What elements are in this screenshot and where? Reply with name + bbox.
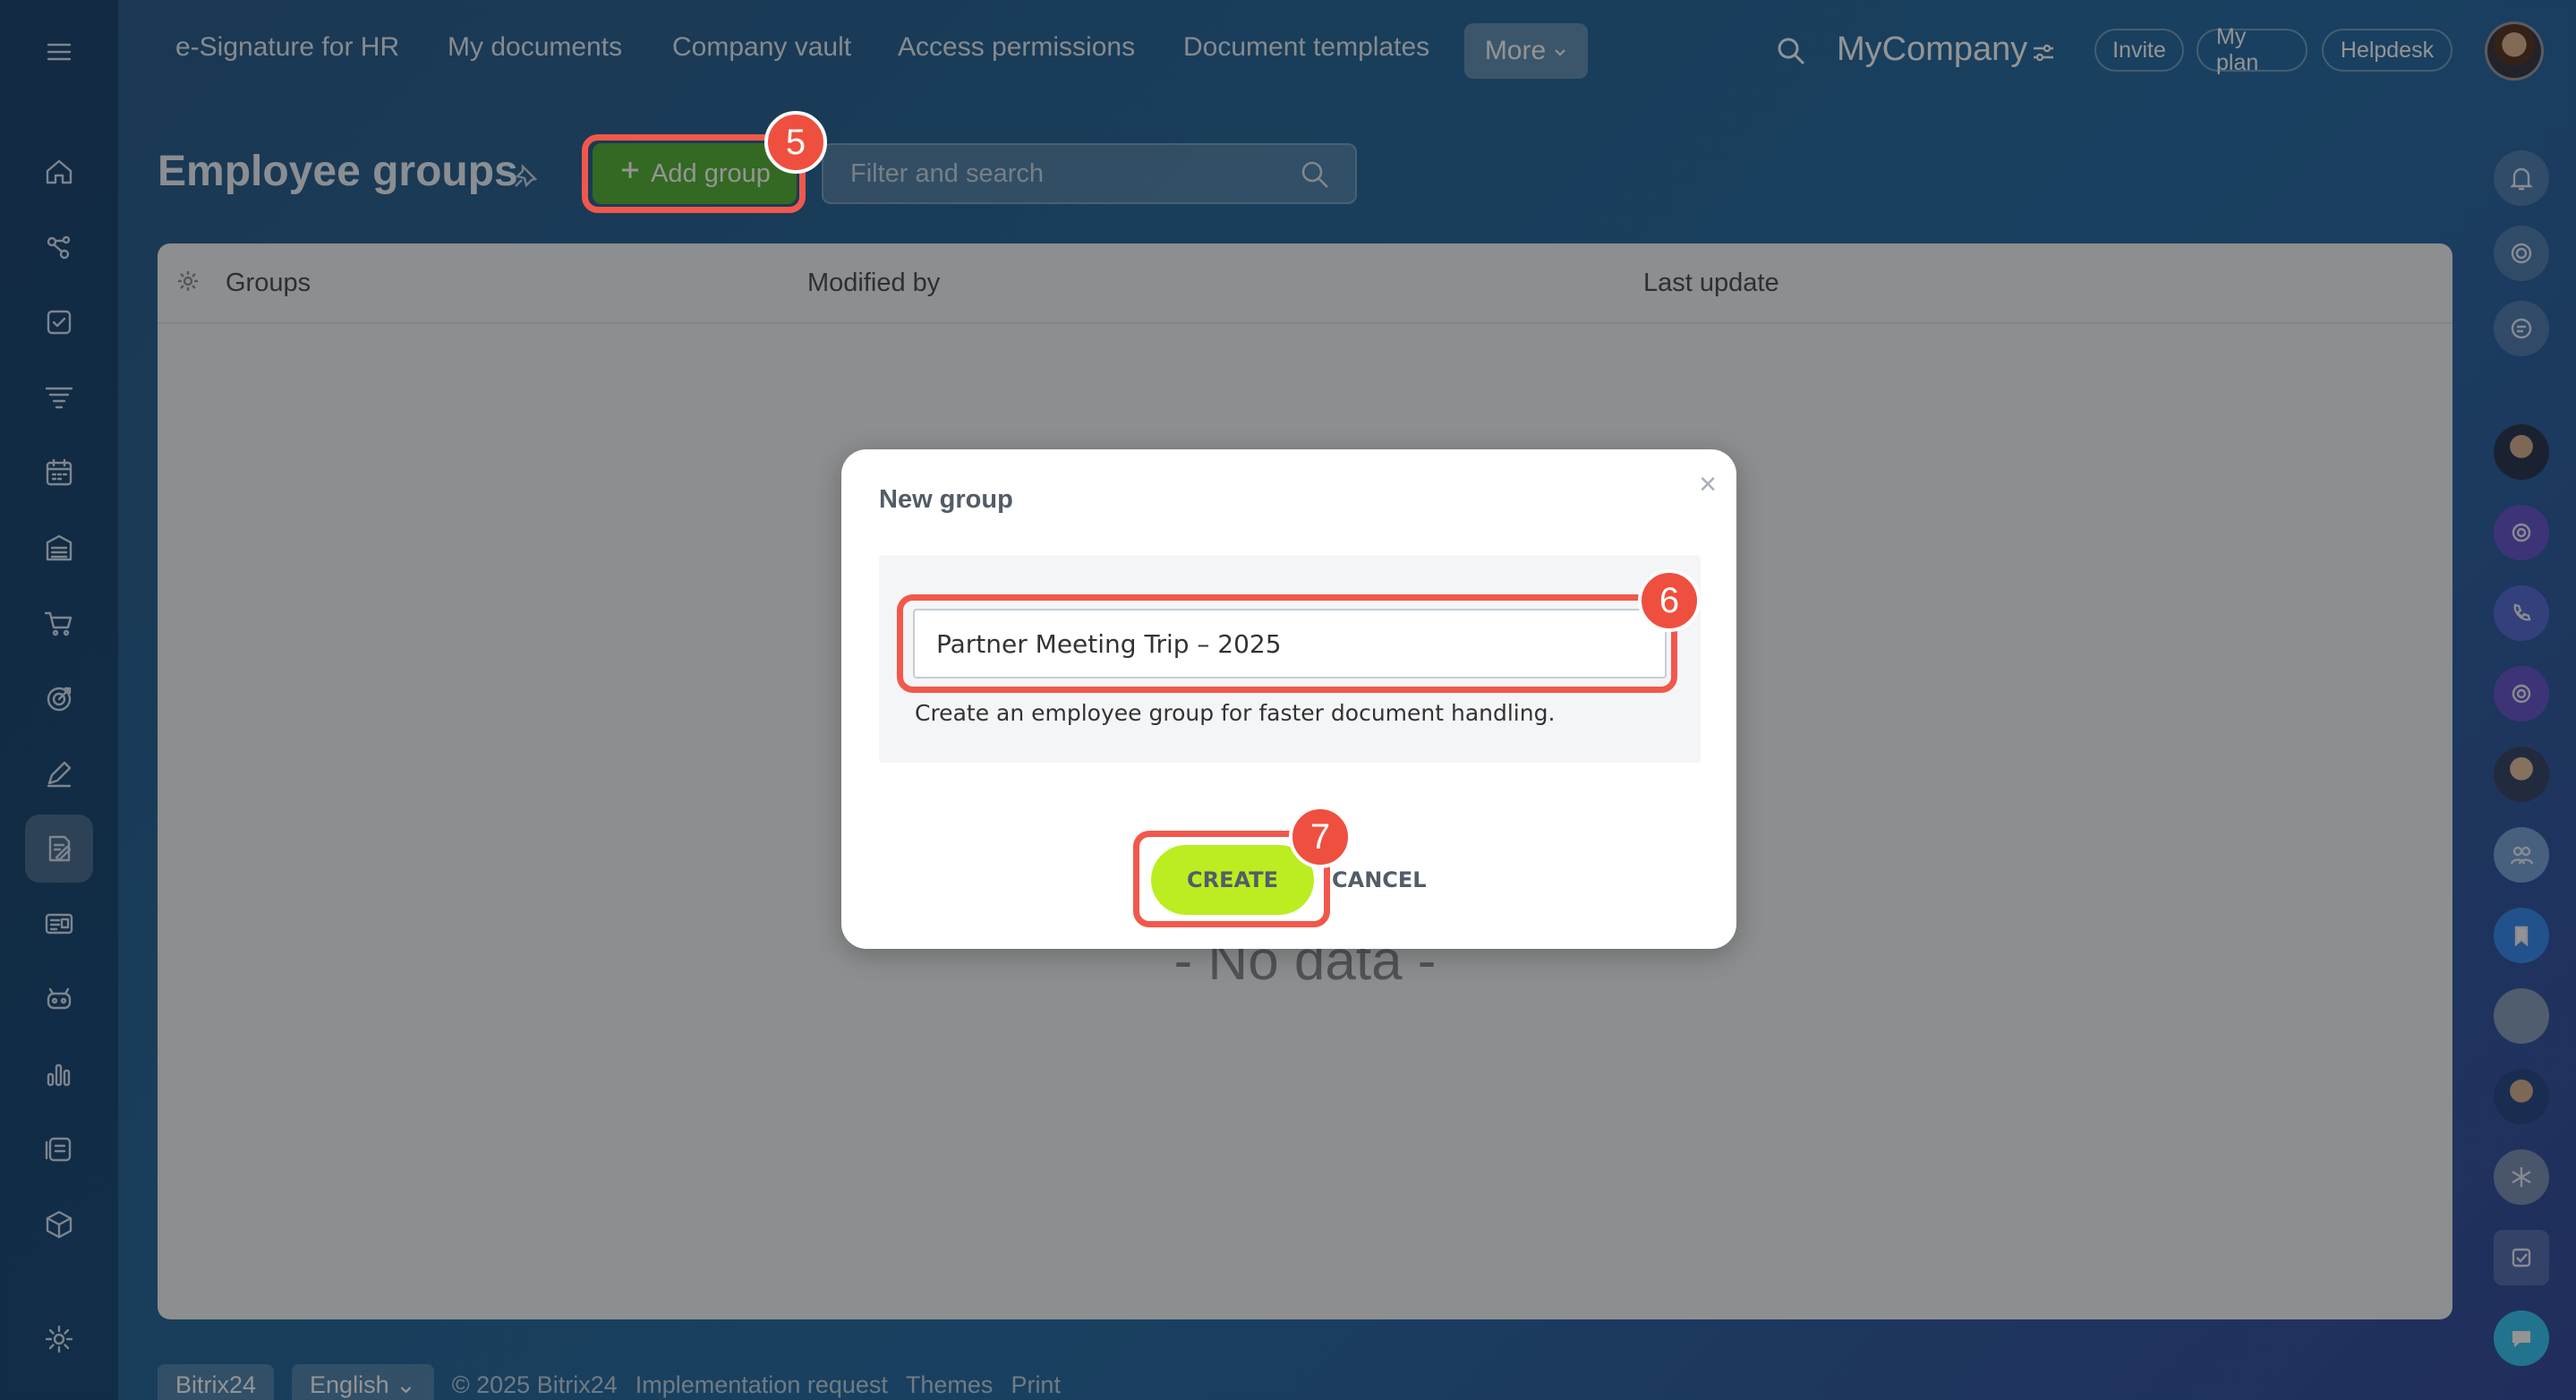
- search-icon[interactable]: [1300, 159, 1330, 197]
- step-badge-7: 7: [1289, 806, 1352, 868]
- right-sidebar: [2469, 125, 2576, 1400]
- pen-icon[interactable]: [25, 739, 93, 807]
- copilot-icon[interactable]: [2494, 226, 2549, 281]
- language-label: English: [310, 1370, 389, 1398]
- stack-icon[interactable]: [25, 1115, 93, 1183]
- tasks-icon[interactable]: [25, 288, 93, 356]
- invite-button[interactable]: Invite: [2094, 29, 2184, 72]
- more-menu-button[interactable]: More: [1464, 23, 1588, 79]
- nav-company-vault[interactable]: Company vault: [672, 32, 851, 63]
- nav-my-documents[interactable]: My documents: [448, 32, 622, 63]
- page-title: Employee groups: [158, 148, 518, 195]
- dialog-title: New group: [879, 485, 1013, 514]
- search-icon[interactable]: [1774, 34, 1808, 73]
- copilot-icon[interactable]: [2494, 666, 2549, 721]
- step-badge-5: 5: [764, 111, 827, 174]
- highlight-name-input: [897, 594, 1677, 693]
- settings-icon[interactable]: [25, 1305, 93, 1373]
- id-card-icon[interactable]: [25, 890, 93, 958]
- store-icon[interactable]: [25, 514, 93, 582]
- nav-access-permissions[interactable]: Access permissions: [898, 32, 1135, 63]
- chevron-down-icon: [1553, 36, 1567, 66]
- company-name[interactable]: MyCompany: [1837, 30, 2027, 69]
- dialog-hint: Create an employee group for faster docu…: [915, 700, 1556, 726]
- nav-document-templates[interactable]: Document templates: [1183, 32, 1429, 63]
- column-header-groups[interactable]: Groups: [226, 269, 311, 298]
- chat-search-icon[interactable]: [2494, 301, 2549, 356]
- pin-icon[interactable]: [512, 163, 539, 194]
- crm-icon[interactable]: [25, 213, 93, 281]
- home-icon[interactable]: [25, 138, 93, 206]
- filter-icon[interactable]: [25, 363, 93, 431]
- nav-esignature-hr[interactable]: e-Signature for HR: [175, 32, 399, 63]
- user-avatar[interactable]: [2485, 21, 2544, 81]
- column-header-last-update[interactable]: Last update: [1643, 269, 1779, 298]
- footer-copyright: © 2025 Bitrix24: [451, 1370, 618, 1398]
- helpdesk-button[interactable]: Helpdesk: [2322, 29, 2452, 72]
- user-avatar[interactable]: [2494, 1069, 2549, 1124]
- left-sidebar: [0, 0, 118, 1400]
- copilot-icon[interactable]: [2494, 505, 2549, 560]
- phone-icon[interactable]: [2494, 585, 2549, 641]
- box-icon[interactable]: [25, 1191, 93, 1259]
- table-header: Groups Modified by Last update: [158, 243, 2452, 324]
- footer-implementation-link[interactable]: Implementation request: [635, 1371, 888, 1399]
- checkbox-icon[interactable]: [2494, 1230, 2549, 1285]
- language-select[interactable]: English ⌄: [292, 1363, 434, 1400]
- search-placeholder: Filter and search: [850, 158, 1044, 188]
- sign-doc-icon[interactable]: [25, 815, 93, 883]
- target-icon[interactable]: [25, 664, 93, 732]
- chat-icon[interactable]: [2494, 1310, 2549, 1366]
- footer-themes-link[interactable]: Themes: [906, 1371, 994, 1399]
- cat-avatar[interactable]: [2494, 988, 2549, 1044]
- chevron-down-icon: ⌄: [396, 1370, 416, 1398]
- step-badge-6: 6: [1638, 569, 1701, 632]
- bookmark-icon[interactable]: [2494, 908, 2549, 963]
- group-icon[interactable]: [2494, 827, 2549, 883]
- footer-brand[interactable]: Bitrix24: [158, 1363, 275, 1400]
- chart-icon[interactable]: [25, 1040, 93, 1108]
- calendar-icon[interactable]: [25, 439, 93, 507]
- footer-print-link[interactable]: Print: [1011, 1371, 1061, 1399]
- more-label: More: [1484, 36, 1547, 65]
- robot-icon[interactable]: [25, 965, 93, 1033]
- user-avatar[interactable]: [2494, 424, 2549, 480]
- hamburger-icon[interactable]: [25, 18, 93, 86]
- snowflake-icon[interactable]: [2494, 1149, 2549, 1205]
- footer: Bitrix24 English ⌄ © 2025 Bitrix24 Imple…: [158, 1362, 1061, 1400]
- filter-search-input[interactable]: Filter and search: [822, 143, 1357, 204]
- user-avatar[interactable]: [2494, 747, 2549, 802]
- company-settings-icon[interactable]: [2030, 39, 2057, 71]
- my-plan-button[interactable]: My plan: [2196, 24, 2307, 75]
- close-icon[interactable]: ×: [1699, 467, 1717, 502]
- cart-icon[interactable]: [25, 589, 93, 657]
- top-navigation: e-Signature for HR My documents Company …: [118, 0, 2576, 104]
- gear-icon[interactable]: [174, 267, 202, 300]
- cancel-button[interactable]: CANCEL: [1332, 858, 1427, 902]
- column-header-modified-by[interactable]: Modified by: [807, 269, 940, 298]
- bell-icon[interactable]: [2494, 150, 2549, 206]
